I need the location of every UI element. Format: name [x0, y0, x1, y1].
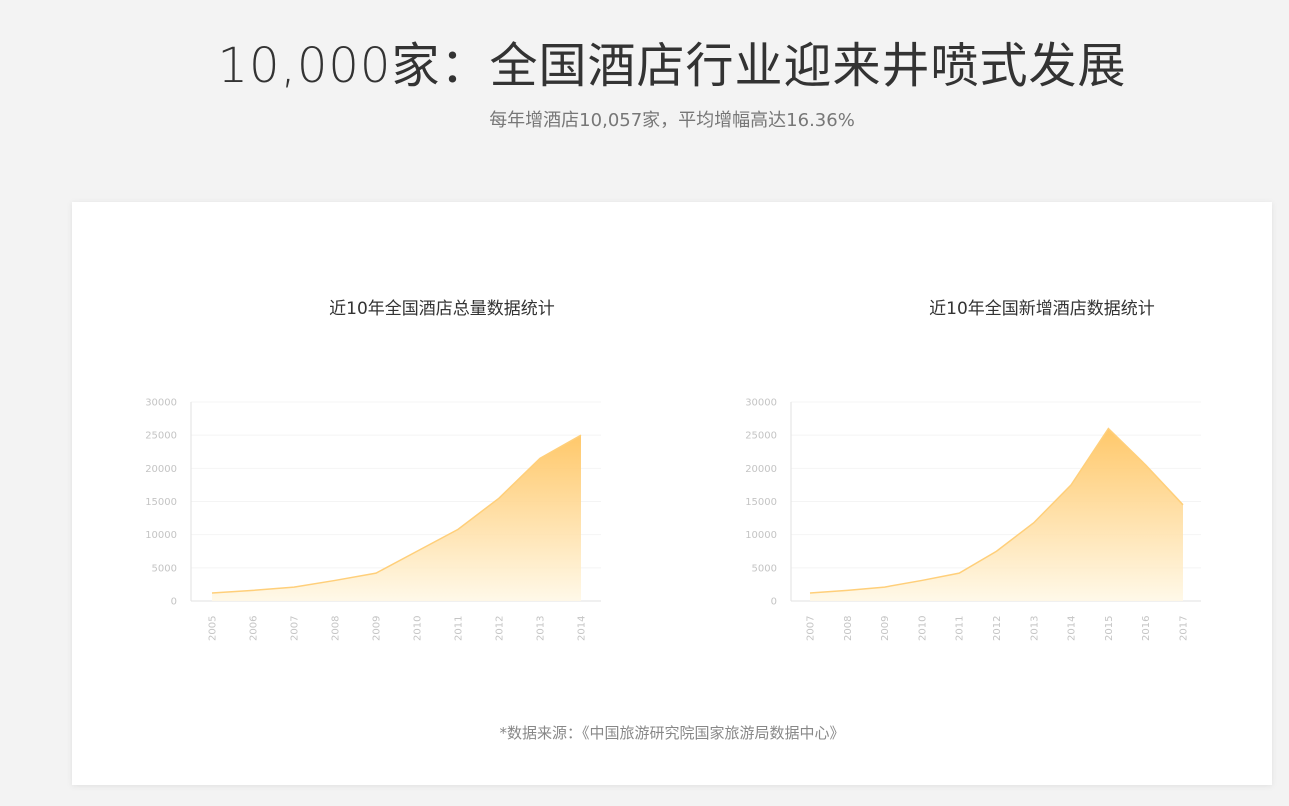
y-tick-label: 20000 [745, 464, 777, 475]
y-tick-label: 5000 [752, 563, 777, 574]
x-tick-label: 2015 [1104, 616, 1115, 641]
page-subtitle: 每年增酒店10,057家，平均增幅高达16.36% [489, 110, 855, 131]
x-tick-label: 2012 [992, 616, 1003, 641]
chart-card: 近10年全国酒店总量数据统计 近10年全国新增酒店数据统计 0 5000 10000… [72, 202, 1272, 785]
y-tick-label: 30000 [745, 398, 777, 409]
series-area [810, 428, 1183, 601]
x-tick-label: 2014 [1067, 616, 1078, 641]
y-tick-label: 25000 [745, 431, 777, 442]
x-tick-label: 2010 [917, 616, 928, 641]
y-tick-label: 10000 [745, 530, 777, 541]
x-tick-label: 2007 [806, 616, 817, 641]
x-tick-label: 2009 [880, 616, 891, 641]
data-source-note: *数据来源：《中国旅游研究院国家旅游局数据中心》 [499, 724, 845, 742]
y-tick-label: 0 [771, 597, 777, 608]
x-tick-label: 2008 [843, 616, 854, 641]
x-tick-label: 2013 [1029, 616, 1040, 641]
x-tick-label: 2011 [955, 616, 966, 641]
page-title: 10,000家：全国酒店行业迎来井喷式发展 [217, 38, 1127, 94]
y-tick-label: 15000 [745, 497, 777, 508]
x-tick-label: 2017 [1179, 616, 1190, 641]
new-hotels-area-chart: 0 5000 10000 15000 20000 25000 30000 2007 2008 20… [745, 398, 1201, 641]
x-tick-label: 2016 [1141, 616, 1152, 641]
